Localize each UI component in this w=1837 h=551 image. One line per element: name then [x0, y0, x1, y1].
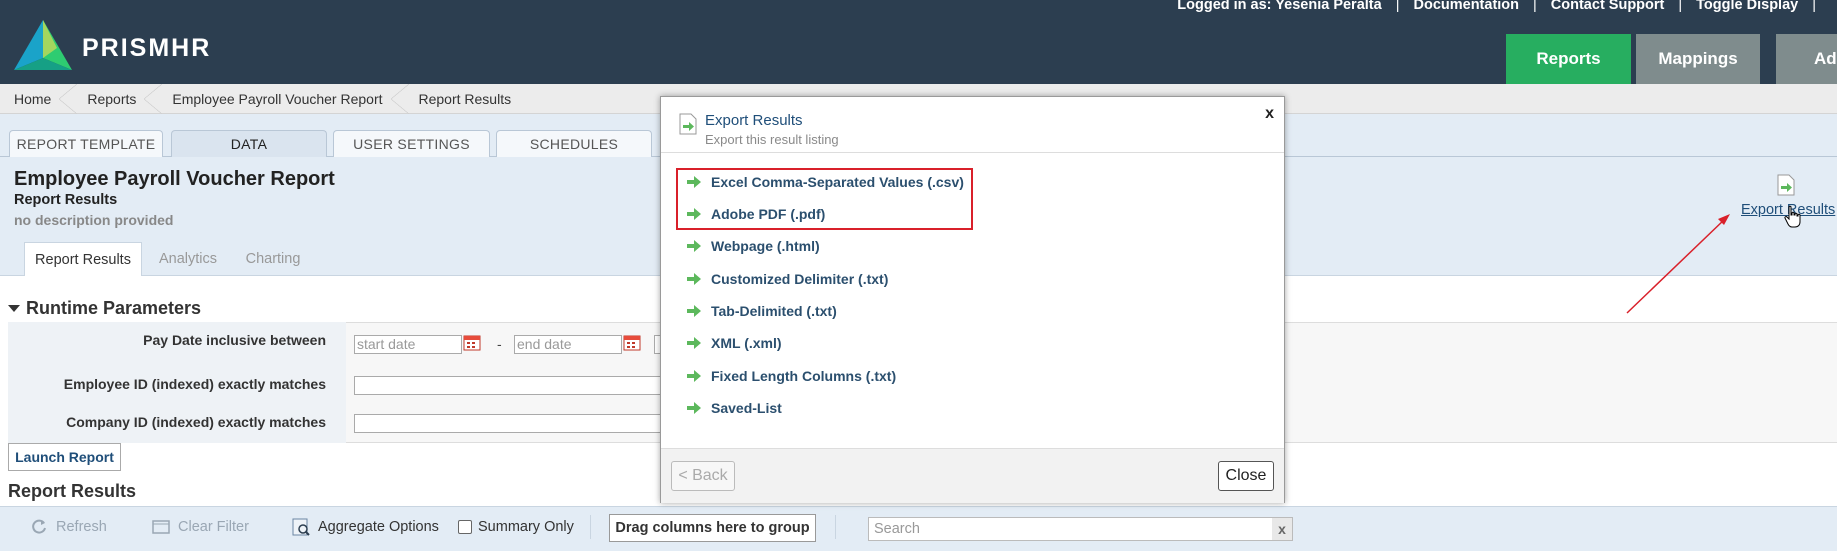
export-results-dialog: Export Results Export this result listin… — [660, 96, 1285, 503]
aggregate-options-button[interactable]: Aggregate Options — [292, 515, 439, 539]
export-option-fixed-length[interactable]: Fixed Length Columns (.txt) — [687, 365, 896, 387]
option-label: Adobe PDF (.pdf) — [711, 206, 826, 222]
option-label: Fixed Length Columns (.txt) — [711, 368, 897, 384]
export-option-saved-list[interactable]: Saved-List — [687, 397, 782, 419]
documentation-link[interactable]: Documentation — [1406, 0, 1526, 13]
refresh-label: Refresh — [56, 519, 107, 535]
green-arrow-icon — [687, 305, 701, 317]
summary-only-checkbox[interactable] — [458, 520, 472, 534]
search-clear-button[interactable]: x — [1272, 518, 1292, 540]
option-label: XML (.xml) — [711, 335, 782, 351]
subtab-analytics[interactable]: Analytics — [152, 242, 224, 276]
report-title: Employee Payroll Voucher Report — [14, 168, 335, 190]
report-results-title: Report Results — [8, 481, 137, 501]
logged-in-label: Logged in as: Yesenia Peralta — [1177, 0, 1382, 13]
clear-filter-label: Clear Filter — [178, 519, 249, 535]
export-option-html[interactable]: Webpage (.html) — [687, 235, 820, 257]
subtab-charting[interactable]: Charting — [236, 242, 310, 276]
company-id-input[interactable] — [354, 414, 662, 433]
green-arrow-icon — [687, 240, 701, 252]
dialog-close-x[interactable]: x — [1265, 105, 1274, 123]
tab-data[interactable]: DATA — [171, 130, 327, 157]
employee-id-input[interactable] — [354, 376, 662, 395]
option-label: Webpage (.html) — [711, 238, 820, 254]
link-separator: | — [1395, 0, 1400, 13]
nav-tab-mappings[interactable]: Mappings — [1636, 34, 1760, 84]
option-label: Customized Delimiter (.txt) — [711, 271, 889, 287]
tab-report-template[interactable]: REPORT TEMPLATE — [9, 130, 163, 157]
dialog-title: Export Results — [705, 112, 803, 129]
link-separator: | — [1812, 0, 1816, 13]
link-separator: | — [1533, 0, 1537, 13]
green-arrow-icon — [687, 402, 701, 414]
aggregate-options-label: Aggregate Options — [318, 519, 439, 535]
option-label: Excel Comma-Separated Values (.csv) — [711, 174, 964, 190]
link-separator: | — [1678, 0, 1683, 13]
export-option-xml[interactable]: XML (.xml) — [687, 332, 782, 354]
export-option-custom-delimiter[interactable]: Customized Delimiter (.txt) — [687, 268, 888, 290]
tab-user-settings[interactable]: USER SETTINGS — [333, 130, 490, 157]
green-arrow-icon — [687, 370, 701, 382]
launch-report-button[interactable]: Launch Report — [8, 443, 121, 471]
dialog-subtitle: Export this result listing — [705, 132, 839, 147]
contact-support-link[interactable]: Contact Support — [1544, 0, 1672, 13]
brand-name: PRISMHR — [82, 34, 212, 62]
export-option-csv[interactable]: Excel Comma-Separated Values (.csv) — [687, 171, 964, 193]
prismhr-logo-icon — [14, 20, 72, 70]
search-input[interactable]: Search — [868, 517, 1293, 541]
breadcrumb-reports[interactable]: Reports — [81, 83, 166, 114]
export-option-tab-delimited[interactable]: Tab-Delimited (.txt) — [687, 300, 837, 322]
group-drop-zone[interactable]: Drag columns here to group — [609, 514, 816, 542]
date-range-dash: - — [497, 336, 502, 352]
tab-schedules[interactable]: SCHEDULES — [496, 130, 652, 157]
breadcrumb-report-name[interactable]: Employee Payroll Voucher Report — [166, 83, 412, 114]
close-button[interactable]: Close — [1218, 461, 1274, 491]
subtab-report-results[interactable]: Report Results — [24, 242, 142, 276]
toggle-display-link[interactable]: Toggle Display — [1689, 0, 1805, 13]
export-icon[interactable] — [1775, 174, 1797, 196]
report-description: no description provided — [14, 212, 174, 228]
hand-cursor-icon — [1784, 205, 1801, 228]
aggregate-icon — [292, 518, 310, 536]
refresh-icon — [32, 519, 46, 534]
summary-only-label: Summary Only — [478, 519, 574, 535]
nav-tab-admin[interactable]: Adm — [1776, 34, 1837, 84]
calendar-icon[interactable] — [463, 333, 481, 351]
dialog-header: Export Results Export this result listin… — [661, 97, 1284, 153]
green-arrow-icon — [687, 337, 701, 349]
back-button[interactable]: < Back — [671, 461, 735, 491]
refresh-button[interactable]: Refresh — [30, 515, 107, 539]
breadcrumb-home[interactable]: Home — [0, 83, 81, 114]
top-header: PRISMHR Logged in as: Yesenia Peralta | … — [0, 0, 1837, 84]
dialog-footer: < Back Close — [661, 448, 1284, 503]
top-links: Logged in as: Yesenia Peralta | Document… — [1170, 0, 1823, 13]
calendar-icon[interactable] — [623, 333, 641, 351]
pay-date-label: Pay Date inclusive between — [143, 332, 326, 348]
toolbar-divider — [590, 515, 591, 539]
option-label: Saved-List — [711, 400, 782, 416]
runtime-parameters-title: Runtime Parameters — [26, 298, 202, 318]
start-date-input[interactable]: start date — [354, 335, 462, 354]
clear-filter-button[interactable]: Clear Filter — [152, 515, 249, 539]
clear-filter-icon — [152, 520, 170, 534]
collapse-triangle-icon[interactable] — [8, 305, 20, 312]
report-subtitle: Report Results — [14, 192, 118, 208]
green-arrow-icon — [687, 176, 701, 188]
export-option-pdf[interactable]: Adobe PDF (.pdf) — [687, 203, 825, 225]
nav-tab-reports[interactable]: Reports — [1506, 34, 1631, 84]
export-icon — [679, 113, 697, 135]
breadcrumb-report-results: Report Results — [418, 90, 512, 107]
green-arrow-icon — [687, 208, 701, 220]
company-id-label: Company ID (indexed) exactly matches — [66, 414, 326, 430]
employee-id-label: Employee ID (indexed) exactly matches — [63, 376, 326, 392]
summary-only-toggle[interactable]: Summary Only — [458, 515, 574, 539]
toolbar-divider — [835, 515, 836, 539]
option-label: Tab-Delimited (.txt) — [711, 303, 837, 319]
runtime-parameters-header[interactable]: Runtime Parameters — [8, 298, 201, 319]
end-date-input[interactable]: end date — [514, 335, 622, 354]
green-arrow-icon — [687, 273, 701, 285]
